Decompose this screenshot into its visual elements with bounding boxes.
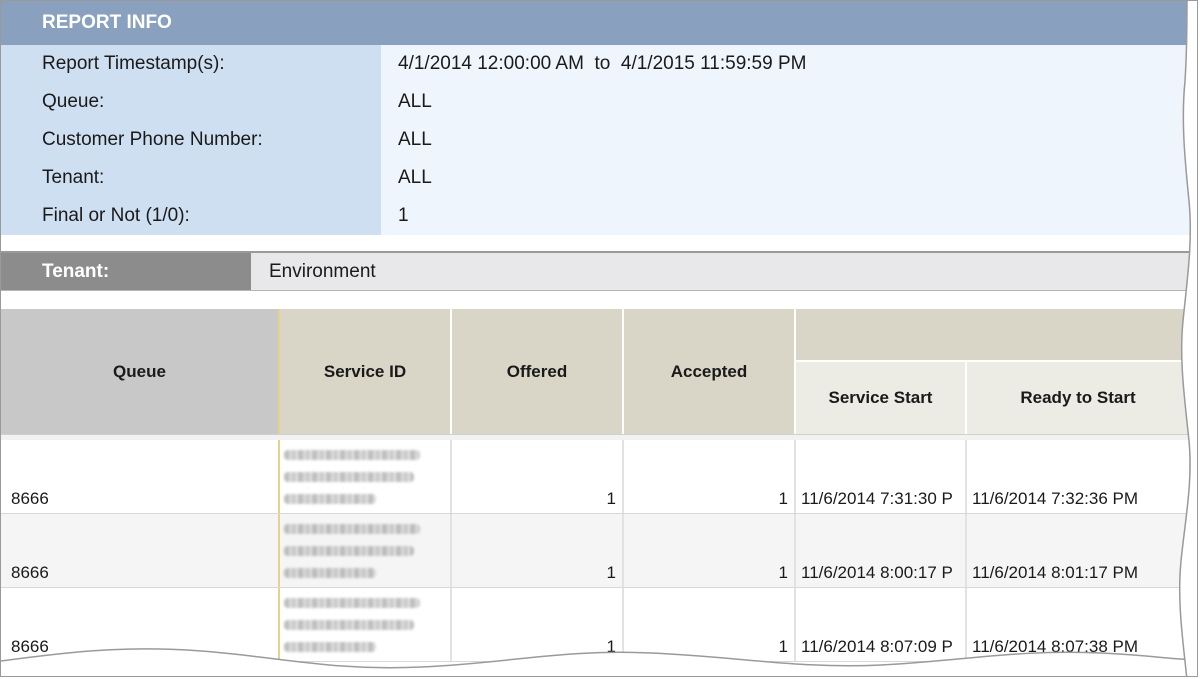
report-info-table: Report Timestamp(s): 4/1/2014 12:00:00 A… — [1, 45, 1197, 235]
offered-value: 1 — [606, 563, 616, 582]
cell-service-start: 11/6/2014 8:00:17 P — [794, 514, 965, 587]
cell-accepted: 1 — [622, 514, 794, 587]
tenant-label: Tenant: — [1, 253, 251, 290]
report-info-value: ALL — [381, 83, 1197, 121]
cell-queue: 8666 — [1, 514, 278, 587]
service-start-value: 11/6/2014 7:31:30 P — [801, 489, 953, 508]
cell-service-id-redacted — [278, 440, 450, 513]
redacted-text — [284, 450, 420, 460]
cell-service-start: 11/6/2014 7:31:30 P — [794, 440, 965, 513]
redacted-text — [284, 546, 414, 556]
report-info-row-tenant: Tenant: ALL — [1, 159, 1197, 197]
cell-accepted: 1 — [622, 440, 794, 513]
report-info-label: Final or Not (1/0): — [1, 197, 381, 235]
ready-to-start-value: 11/6/2014 8:01:17 PM — [972, 563, 1139, 582]
cell-ready-to-start: 11/6/2014 8:01:17 PM — [965, 514, 1189, 587]
ready-to-start-value: 11/6/2014 7:32:36 PM — [972, 489, 1139, 508]
column-header-queue[interactable]: Queue — [1, 309, 278, 434]
cell-offered: 1 — [450, 514, 622, 587]
report-info-label: Report Timestamp(s): — [1, 45, 381, 83]
report-info-label: Customer Phone Number: — [1, 121, 381, 159]
queue-value: 8666 — [11, 489, 49, 508]
column-group-header — [794, 309, 1197, 360]
tenant-value: Environment — [251, 253, 1197, 290]
report-info-value: 1 — [381, 197, 1197, 235]
report-info-value: ALL — [381, 121, 1197, 159]
torn-edge-bottom — [1, 648, 1197, 676]
column-header-service-start[interactable]: Service Start — [794, 360, 965, 434]
report-info-row-phone: Customer Phone Number: ALL — [1, 121, 1197, 159]
redacted-text — [284, 620, 414, 630]
torn-edge-right — [1178, 1, 1197, 676]
report-frame: REPORT INFO Report Timestamp(s): 4/1/201… — [0, 0, 1198, 677]
table-row[interactable]: 8666 1 1 11/6/2014 8:00:17 P 11/6/2014 8… — [1, 514, 1197, 588]
redacted-text — [284, 598, 420, 608]
column-header-offered[interactable]: Offered — [450, 309, 622, 434]
redacted-text — [284, 524, 420, 534]
report-info-label: Tenant: — [1, 159, 381, 197]
column-header-accepted[interactable]: Accepted — [622, 309, 794, 434]
tenant-bar: Tenant: Environment — [1, 251, 1197, 291]
report-info-header: REPORT INFO — [1, 1, 1197, 45]
redacted-text — [284, 494, 376, 504]
cell-service-id-redacted — [278, 514, 450, 587]
report-info-row-queue: Queue: ALL — [1, 83, 1197, 121]
table-row[interactable]: 8666 1 1 11/6/2014 7:31:30 P 11/6/2014 7… — [1, 440, 1197, 514]
report-info-value: ALL — [381, 159, 1197, 197]
report-info-row-final: Final or Not (1/0): 1 — [1, 197, 1197, 235]
accepted-value: 1 — [778, 563, 788, 582]
accepted-value: 1 — [778, 489, 788, 508]
cell-ready-to-start: 11/6/2014 7:32:36 PM — [965, 440, 1189, 513]
service-start-value: 11/6/2014 8:00:17 P — [801, 563, 953, 582]
queue-value: 8666 — [11, 563, 49, 582]
redacted-text — [284, 568, 376, 578]
report-info-label: Queue: — [1, 83, 381, 121]
redacted-text — [284, 472, 414, 482]
offered-value: 1 — [606, 489, 616, 508]
column-header-service-id[interactable]: Service ID — [278, 309, 450, 434]
column-header-ready-to-start[interactable]: Ready to Start — [965, 360, 1189, 434]
cell-queue: 8666 — [1, 440, 278, 513]
report-info-value: 4/1/2014 12:00:00 AM to 4/1/2015 11:59:5… — [381, 45, 1197, 83]
report-info-row-timestamp: Report Timestamp(s): 4/1/2014 12:00:00 A… — [1, 45, 1197, 83]
cell-offered: 1 — [450, 440, 622, 513]
